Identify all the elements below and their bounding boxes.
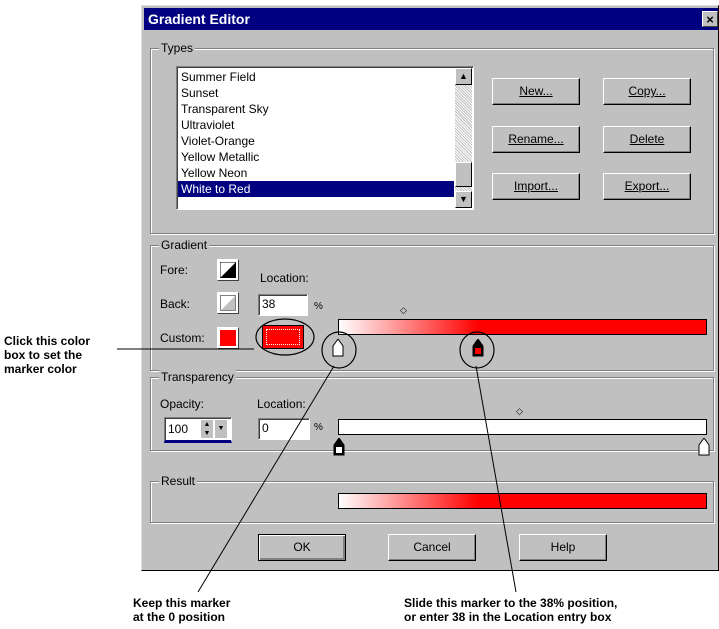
annotation-line: or enter 38 in the Location entry box (404, 610, 612, 624)
keep-marker-leader (197, 365, 335, 593)
annotation-line: Keep this marker (133, 596, 231, 610)
annotation-line: box to set the (4, 348, 83, 362)
annotation-line: Click this color (4, 334, 91, 348)
annotation-slide-marker: Slide this marker to the 38% position, o… (404, 596, 617, 624)
annotation-line: at the 0 position (133, 610, 226, 624)
annotation-line: Slide this marker to the 38% position, (404, 596, 618, 610)
annotation-line: marker color (4, 362, 77, 376)
slide-marker-leader (475, 365, 517, 593)
annotation-color-box: Click this color box to set the marker c… (4, 334, 90, 376)
callout-lines (117, 348, 517, 593)
annotation-keep-marker: Keep this marker at the 0 position (133, 596, 230, 624)
